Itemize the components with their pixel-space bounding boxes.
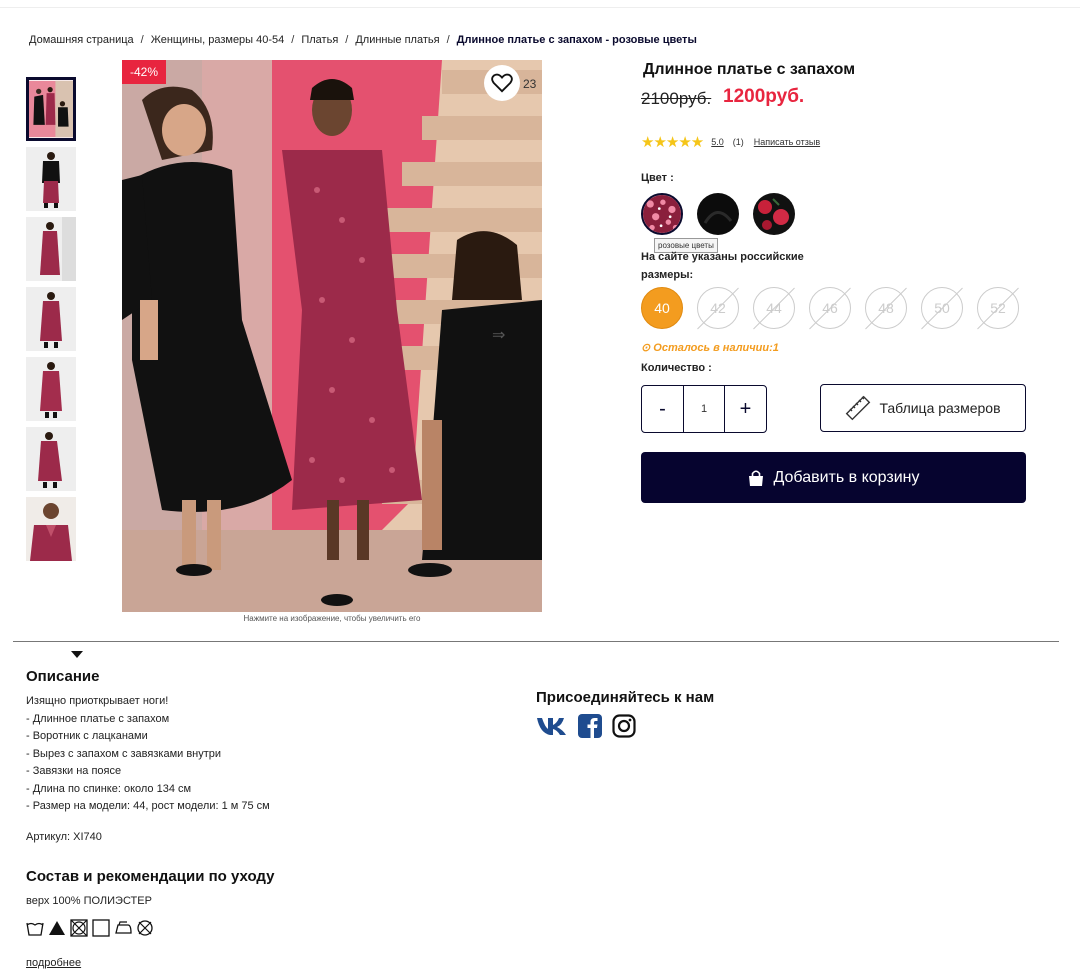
iron-icon: [115, 921, 132, 934]
color-swatch-pink-flowers[interactable]: [641, 193, 683, 235]
description-line: - Воротник с лацканами: [26, 730, 148, 742]
size-option-46[interactable]: 46: [809, 287, 851, 329]
size-table-label: Таблица размеров: [879, 400, 1001, 416]
vk-icon[interactable]: [536, 715, 568, 742]
thumbnail-2[interactable]: [26, 147, 76, 211]
thumbnails-scroll-down-icon[interactable]: [71, 651, 83, 658]
shopping-bag-icon: [749, 469, 764, 486]
thumbnail-3[interactable]: [26, 217, 76, 281]
rating-count: (1): [732, 137, 744, 147]
description-line: - Длинное платье с запахом: [26, 712, 170, 725]
product-sku: Артикул: XI740: [26, 831, 102, 843]
size-option-52[interactable]: 52: [977, 287, 1019, 329]
social-links: [536, 714, 636, 743]
quantity-decrease-button[interactable]: -: [642, 386, 683, 432]
breadcrumb-long-dresses[interactable]: Длинные платья: [355, 34, 439, 46]
breadcrumb-separator: /: [291, 34, 295, 46]
size-option-50[interactable]: 50: [921, 287, 963, 329]
size-option-44[interactable]: 44: [753, 287, 795, 329]
zoom-hint: Нажмите на изображение, чтобы увеличить …: [243, 614, 421, 623]
rating: ★★★★★ 5.0 (1) Написать отзыв: [641, 133, 820, 151]
stock-status: ⊙ Осталось в наличии:1: [641, 341, 779, 354]
size-option-48[interactable]: 48: [865, 287, 907, 329]
heart-icon: [491, 73, 513, 93]
breadcrumb-women[interactable]: Женщины, размеры 40-54: [151, 34, 285, 46]
breadcrumb-home[interactable]: Домашняя страница: [29, 34, 134, 46]
main-product-image[interactable]: [122, 60, 542, 612]
thumbnail-list: [26, 77, 83, 658]
bleach-icon: [49, 921, 65, 935]
color-swatch-black-red-flowers[interactable]: [753, 193, 795, 235]
color-swatch-black[interactable]: [697, 193, 739, 235]
favorites-count: 23: [523, 77, 537, 91]
social-title: Присоединяйтесь к нам: [536, 689, 715, 706]
favorite-button[interactable]: [484, 65, 520, 101]
breadcrumb-separator: /: [446, 34, 450, 46]
care-icons: [26, 919, 154, 937]
breadcrumb-current: Длинное платье с запахом - розовые цветы: [456, 34, 697, 46]
size-note: На сайте указаны российские размеры:: [641, 251, 804, 281]
more-details-link[interactable]: подробнее: [26, 957, 81, 969]
ruler-icon: [846, 395, 871, 421]
size-option-40[interactable]: 40: [641, 287, 683, 329]
sale-price: 1200руб.: [723, 86, 805, 107]
quantity-input[interactable]: 1: [683, 386, 725, 432]
no-dry-clean-icon: [137, 920, 153, 936]
product-title: Длинное платье с запахом: [643, 61, 856, 78]
clock-icon: ⊙: [641, 342, 651, 354]
facebook-icon[interactable]: [578, 714, 602, 743]
rating-value[interactable]: 5.0: [711, 137, 724, 147]
size-table-button[interactable]: Таблица размеров: [820, 384, 1026, 432]
composition-text: верх 100% ПОЛИЭСТЕР: [26, 895, 152, 907]
dry-icon: [92, 919, 110, 937]
description-line: - Завязки на поясе: [26, 765, 122, 777]
thumbnail-1[interactable]: [26, 77, 76, 141]
description-line: - Вырез с запахом с завязками внутри: [26, 747, 222, 760]
size-option-42[interactable]: 42: [697, 287, 739, 329]
old-price: 2100руб.: [641, 89, 712, 108]
description-line: - Длина по спинке: около 134 см: [26, 782, 192, 795]
description-line: - Размер на модели: 44, рост модели: 1 м…: [26, 800, 270, 812]
rating-stars-icon: ★★★★★: [641, 134, 704, 151]
thumbnail-4[interactable]: [26, 287, 76, 351]
discount-badge: -42%: [122, 60, 167, 84]
color-label: Цвет :: [641, 172, 674, 184]
no-tumble-dry-icon: [70, 919, 88, 937]
thumbnail-5[interactable]: [26, 357, 76, 421]
composition-title: Состав и рекомендации по уходу: [26, 868, 275, 885]
wash-30-icon: [26, 922, 44, 936]
description-text: Изящно приоткрывает ноги! - Длинное плат…: [26, 693, 270, 816]
instagram-icon[interactable]: [612, 714, 636, 743]
thumbnail-6[interactable]: [26, 427, 76, 491]
quantity-stepper: - 1 +: [641, 385, 767, 433]
header-divider: [0, 7, 1080, 8]
stock-text: Осталось в наличии:1: [653, 342, 779, 354]
breadcrumb-dresses[interactable]: Платья: [301, 34, 338, 46]
section-divider: [13, 641, 1059, 642]
quantity-increase-button[interactable]: +: [725, 386, 766, 432]
description-line: Изящно приоткрывает ноги!: [26, 695, 169, 707]
add-to-cart-label: Добавить в корзину: [773, 468, 920, 486]
breadcrumb-separator: /: [345, 34, 349, 46]
next-image-arrow-icon[interactable]: ⇒: [492, 325, 505, 345]
quantity-label: Количество :: [641, 362, 712, 374]
add-to-cart-button[interactable]: Добавить в корзину: [641, 452, 1026, 503]
write-review-link[interactable]: Написать отзыв: [754, 137, 820, 147]
breadcrumb: Домашняя страница / Женщины, размеры 40-54…: [29, 34, 697, 46]
breadcrumb-separator: /: [140, 34, 144, 46]
description-title: Описание: [26, 668, 100, 685]
thumbnail-7[interactable]: [26, 497, 76, 561]
